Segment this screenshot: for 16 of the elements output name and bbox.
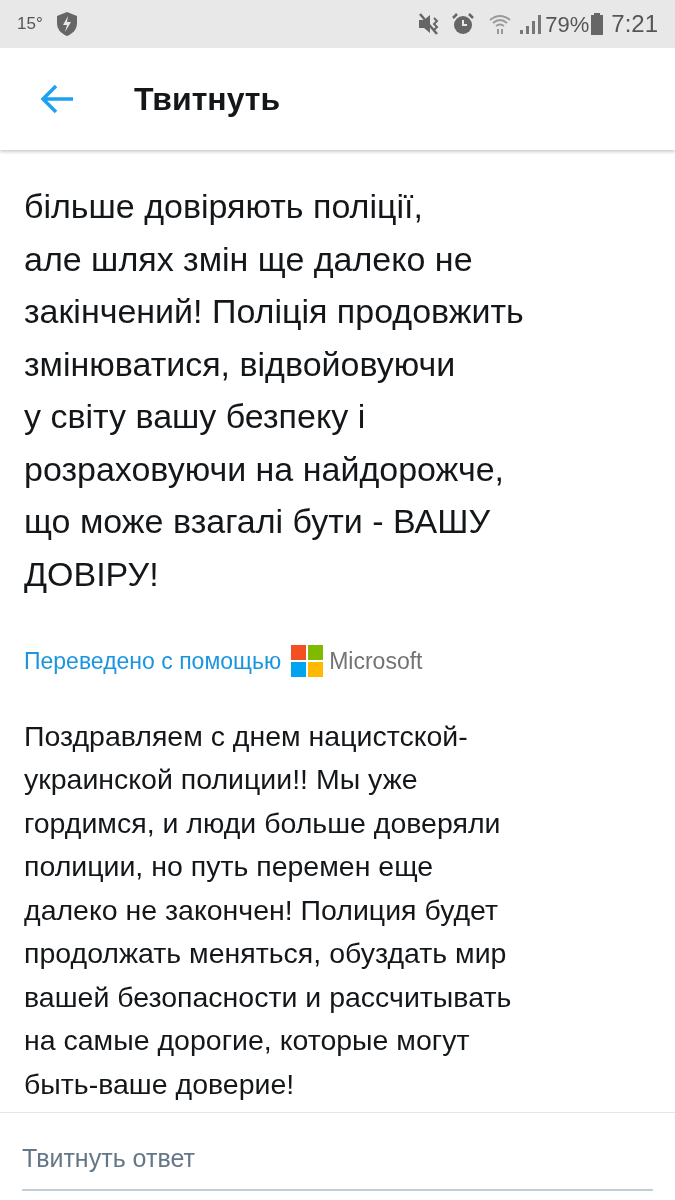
clock: 7:21 [611,9,658,39]
signal-icon [519,13,542,35]
battery-percent: 79% [545,10,590,39]
translated-text: Поздравляем с днем нацистской- украинской полиции!! Мы уже гордимся, и люди больше доверяли полиции, но путь перемен еще далеко не закончен! Полиция будет продолжать меняться, обуздать мир вашей безопасности и рассчитывать на самые дорогие, которые могут быть-ваше доверие! [24,718,513,1102]
temperature: 15° [17,13,43,36]
shield-icon [54,11,79,37]
windows-logo-icon [291,645,324,678]
alarm-icon [451,12,476,36]
translated-by-label: Переведено с помощью [24,647,282,676]
back-arrow-icon [39,83,75,115]
reply-field[interactable]: Твитнуть ответ [22,1128,653,1191]
tweet-text: більше довіряють поліції, але шлях змін ще далеко не закінчений! Поліція продовжить змінюватися, відвойовуючи у світу вашу безпеку і розраховуючи на найдорожче, що може взагалі бути - ВАШУ ДОВІРУ! [24,186,525,595]
battery-icon [591,13,604,35]
screen-title: Твитнуть [134,80,281,119]
wifi-icon [489,13,512,35]
translator-name: Microsoft [329,647,423,676]
